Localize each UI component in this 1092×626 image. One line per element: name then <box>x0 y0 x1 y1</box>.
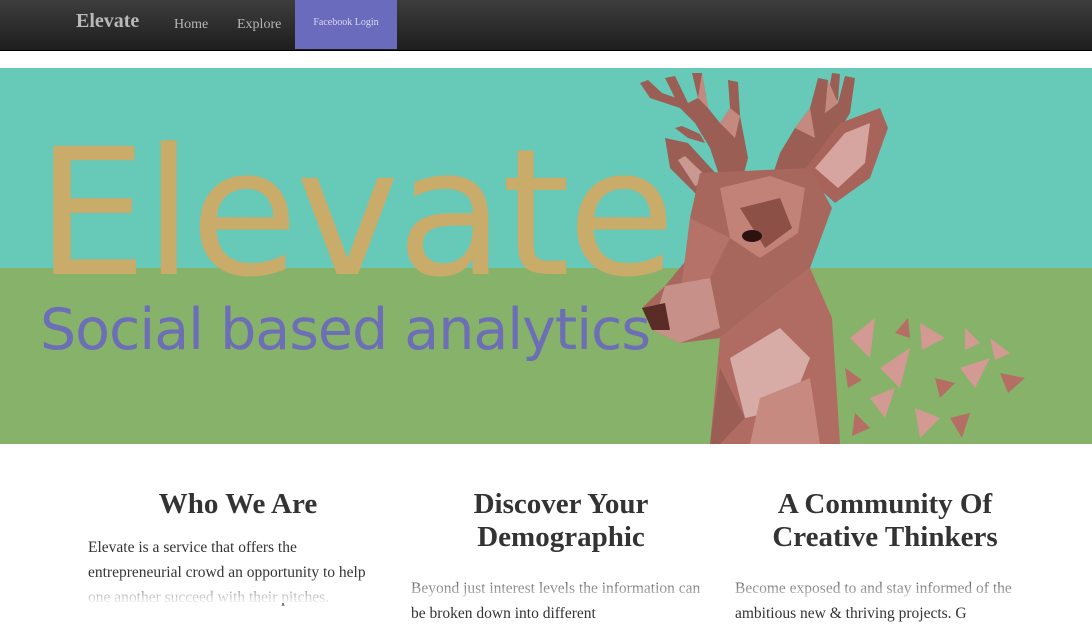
nav-home-link[interactable]: Home <box>174 17 208 33</box>
bottom-fade <box>0 575 1092 603</box>
hero-subtitle: Social based analytics <box>40 297 651 363</box>
hero-banner: Elevate Social based analytics <box>0 68 1092 444</box>
deer-illustration <box>640 73 1025 444</box>
feature-title: Discover Your Demographic <box>473 488 649 553</box>
feature-creative-community: A Community Of Creative Thinkers Become … <box>735 488 1035 626</box>
facebook-login-button[interactable]: Facebook Login <box>295 0 397 49</box>
brand-logo[interactable]: Elevate <box>76 10 139 33</box>
feature-discover-demographic: Discover Your Demographic Beyond just in… <box>411 488 711 626</box>
top-navbar: Elevate Home Explore Facebook Login <box>0 0 1092 51</box>
nav-explore-link[interactable]: Explore <box>237 17 281 33</box>
feature-title: A Community Of Creative Thinkers <box>772 488 998 553</box>
feature-title: Who We Are <box>158 488 318 520</box>
